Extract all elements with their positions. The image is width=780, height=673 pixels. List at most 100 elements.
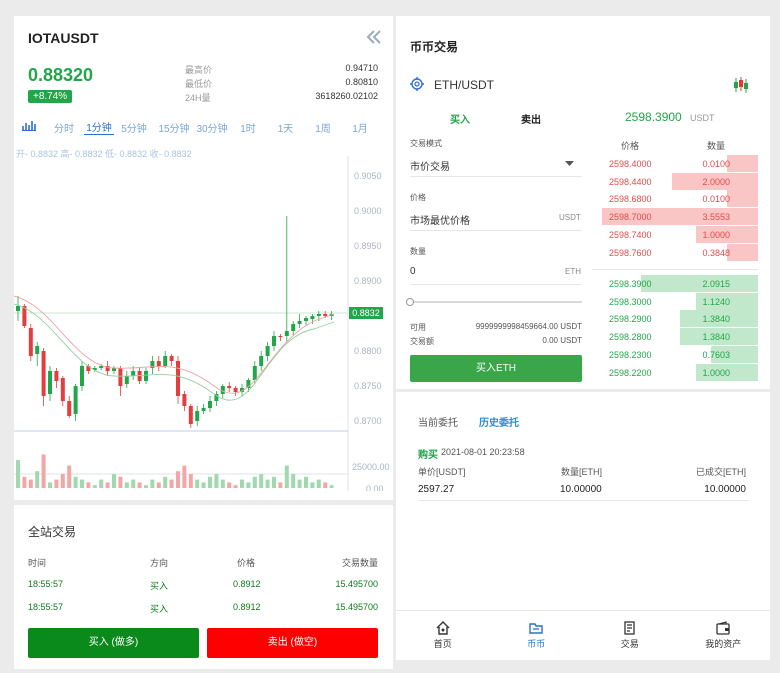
tf-1min[interactable]: 1分钟 bbox=[84, 119, 114, 135]
volume-bar bbox=[41, 454, 46, 488]
ask-depth-bar bbox=[726, 155, 758, 172]
ask-row[interactable]: 2598.7600 0.3848 bbox=[592, 243, 770, 261]
volume-bar bbox=[54, 479, 59, 488]
tf-fenshi[interactable]: 分时 bbox=[44, 120, 84, 135]
volume-bar bbox=[112, 474, 116, 488]
qty-input[interactable]: 0 bbox=[410, 266, 416, 277]
volume-bar bbox=[329, 485, 334, 488]
ask-row[interactable]: 2598.4400 2.0000 bbox=[592, 172, 770, 190]
volume-bar bbox=[86, 482, 91, 488]
volume-bar bbox=[323, 482, 328, 488]
ask-price: 2598.4000 bbox=[609, 159, 652, 169]
order-h-filled: 已成交[ETH] bbox=[695, 467, 746, 477]
bid-row[interactable]: 2598.2900 1.3840 bbox=[592, 310, 770, 328]
volume-bar bbox=[67, 465, 72, 488]
volume-bar bbox=[233, 485, 238, 488]
tf-15min[interactable]: 15分钟 bbox=[154, 120, 194, 135]
candle bbox=[297, 321, 302, 324]
bid-row[interactable]: 2598.2800 1.3840 bbox=[592, 328, 770, 346]
qty-slider[interactable] bbox=[410, 301, 582, 303]
price-axis-tick: 0.8950 bbox=[354, 241, 382, 251]
nav-home[interactable]: 首页 bbox=[396, 611, 490, 660]
volume-bar bbox=[188, 474, 193, 488]
price-input[interactable]: 市场最优价格 bbox=[410, 212, 470, 227]
tab-current-orders[interactable]: 当前委托 bbox=[418, 414, 458, 429]
sell-short-button[interactable]: 卖出 (做空) bbox=[207, 628, 378, 658]
trade-icon bbox=[624, 621, 635, 635]
candle bbox=[227, 386, 232, 388]
symbol-title: IOTAUSDT bbox=[28, 30, 99, 46]
candle bbox=[252, 366, 257, 380]
bid-qty: 1.1240 bbox=[702, 296, 730, 307]
all-trades-title: 全站交易 bbox=[28, 525, 77, 539]
last-price: 0.88320 bbox=[28, 65, 94, 85]
tf-5min[interactable]: 5分钟 bbox=[114, 120, 154, 135]
ob-qty-header: 数量 bbox=[707, 141, 726, 151]
tf-1d[interactable]: 1天 bbox=[266, 120, 305, 135]
candlestick-icon[interactable] bbox=[732, 76, 750, 94]
buy-long-button[interactable]: 买入 (做多) bbox=[28, 628, 199, 658]
tab-buy[interactable]: 买入 bbox=[450, 111, 470, 126]
ask-row[interactable]: 2598.6800 0.0100 bbox=[592, 190, 770, 208]
volume-bar bbox=[297, 479, 302, 488]
ask-price: 2598.7000 bbox=[609, 212, 652, 223]
candle bbox=[131, 371, 136, 376]
share-icon[interactable] bbox=[366, 30, 384, 44]
volume-bar bbox=[316, 479, 321, 488]
tf-1m[interactable]: 1月 bbox=[341, 120, 379, 135]
tf-1w[interactable]: 1周 bbox=[305, 120, 341, 135]
tf-1h[interactable]: 1时 bbox=[230, 120, 266, 135]
ask-qty: 3.5553 bbox=[702, 212, 730, 223]
trading-pair[interactable]: ETH/USDT bbox=[434, 78, 494, 92]
stat-label-volume: 24H量 bbox=[185, 93, 211, 103]
mode-select[interactable]: 市价交易 bbox=[410, 158, 450, 173]
volume-bar bbox=[208, 476, 212, 488]
ask-qty: 1.0000 bbox=[702, 229, 730, 240]
nav-spot[interactable]: 币币 bbox=[490, 611, 584, 660]
chart-type-icon[interactable] bbox=[14, 120, 44, 134]
volume-bar bbox=[48, 482, 52, 488]
tab-sell[interactable]: 卖出 bbox=[521, 111, 541, 126]
tab-history-orders[interactable]: 历史委托 bbox=[479, 414, 519, 429]
ask-row[interactable]: 2598.7000 3.5553 bbox=[592, 208, 770, 226]
volume-bar bbox=[80, 479, 84, 488]
trade-time: 18:55:57 bbox=[28, 602, 64, 612]
volume-bar bbox=[118, 476, 123, 488]
ask-row[interactable]: 2598.7400 1.0000 bbox=[592, 225, 770, 243]
volume-bar bbox=[310, 482, 315, 488]
candle bbox=[73, 386, 78, 414]
volume-bar bbox=[16, 460, 20, 488]
settings-icon[interactable] bbox=[410, 77, 424, 91]
bid-row[interactable]: 2598.2200 1.0000 bbox=[592, 363, 770, 381]
chevron-down-icon[interactable] bbox=[565, 161, 574, 166]
volume-bar bbox=[195, 479, 200, 488]
spot-trade-panel: 币币交易 ETH/USDT 买入 卖出 2598.3900 USDT 交易模式 … bbox=[396, 16, 770, 389]
submit-buy-button[interactable]: 买入ETH bbox=[410, 355, 582, 382]
ask-qty: 0.3848 bbox=[702, 247, 730, 258]
bid-qty: 1.3840 bbox=[702, 314, 730, 325]
candle bbox=[284, 331, 289, 336]
kline-chart[interactable]: 0.90500.90000.89500.89000.88500.88000.87… bbox=[14, 156, 393, 491]
ask-row[interactable]: 2598.4000 0.0100 bbox=[592, 155, 770, 172]
trade-qty: 15.495700 bbox=[335, 602, 378, 612]
volume-bar bbox=[227, 482, 232, 488]
volume-bar bbox=[92, 485, 97, 488]
nav-assets[interactable]: 我的资产 bbox=[677, 611, 771, 660]
candle bbox=[259, 356, 264, 366]
orders-panel: 当前委托 历史委托 购买 2021-08-01 20:23:58 单价[USDT… bbox=[396, 392, 770, 610]
bid-row[interactable]: 2598.3900 2.0915 bbox=[592, 275, 770, 292]
volume-bar bbox=[131, 479, 136, 488]
bid-row[interactable]: 2598.3000 1.1240 bbox=[592, 292, 770, 310]
bid-row[interactable]: 2598.2300 0.7603 bbox=[592, 345, 770, 363]
volume-bar bbox=[214, 474, 219, 488]
candle bbox=[265, 346, 270, 356]
bid-qty: 1.3840 bbox=[702, 332, 730, 343]
bottom-nav: 首页 币币 交易 我的资产 bbox=[396, 610, 770, 660]
candle bbox=[54, 371, 59, 381]
nav-trade[interactable]: 交易 bbox=[583, 611, 677, 660]
tf-30min[interactable]: 30分钟 bbox=[194, 120, 230, 135]
slider-handle[interactable] bbox=[406, 298, 414, 306]
trade-qty: 15.495700 bbox=[335, 579, 378, 589]
candle bbox=[60, 378, 65, 401]
ask-qty: 0.0100 bbox=[702, 194, 730, 205]
